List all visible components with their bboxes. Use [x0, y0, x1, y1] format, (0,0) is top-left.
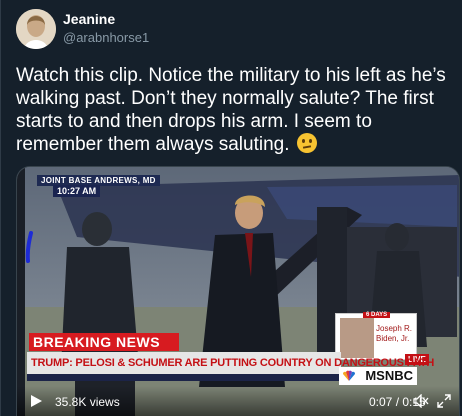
author-handle[interactable]: @arabnhorse1 — [63, 30, 149, 45]
author-name[interactable]: Jeanine — [63, 11, 115, 27]
tweet-text: Watch this clip. Notice the military to … — [16, 64, 456, 156]
ticker-bar — [27, 374, 341, 381]
play-icon[interactable] — [29, 394, 43, 408]
news-headline: TRUMP: PELOSI & SCHUMER ARE PUTTING COUN… — [27, 352, 434, 374]
days-label: 6 DAYS — [363, 312, 391, 318]
tweet-card: Jeanine @arabnhorse1 Watch this clip. No… — [0, 0, 462, 416]
thinking-face-icon — [296, 133, 317, 153]
video-player[interactable]: JOINT BASE ANDREWS, MD 10:27 AM Joseph R… — [16, 166, 460, 416]
fullscreen-icon[interactable] — [437, 394, 451, 408]
tweet-body: Watch this clip. Notice the military to … — [16, 65, 446, 155]
network-logo: MSNBC — [339, 367, 417, 385]
breaking-news-banner: BREAKING NEWS — [29, 333, 179, 351]
candidate-portrait: Joseph R. Biden, Jr. — [335, 313, 417, 360]
network-name: MSNBC — [365, 368, 413, 383]
portrait-image — [340, 318, 374, 358]
avatar[interactable] — [16, 9, 56, 49]
peacock-icon — [342, 370, 356, 381]
overlay-time: 10:27 AM — [53, 185, 101, 197]
video-controls: 35.8K views 0:07 / 0:15 — [17, 386, 459, 416]
avatar-image — [16, 9, 56, 49]
portrait-name: Joseph R. Biden, Jr. — [376, 324, 413, 343]
volume-muted-icon[interactable] — [413, 394, 429, 408]
view-count: 35.8K views — [55, 395, 120, 409]
